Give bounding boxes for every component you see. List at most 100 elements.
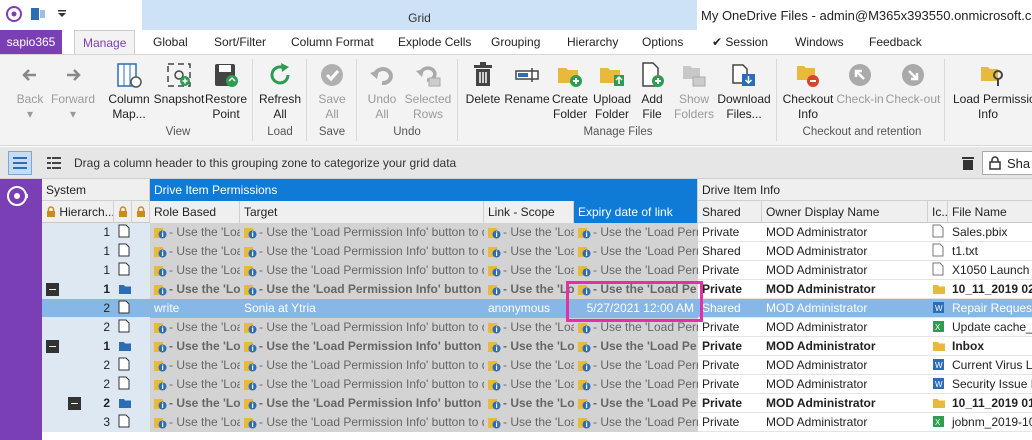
link-scope-cell[interactable]: - Use the 'Loa — [484, 223, 574, 242]
table-row[interactable]: 1 - Use the 'Loa - Use the 'Load Permissio… — [42, 261, 1032, 280]
shared-cell[interactable]: Private — [698, 318, 762, 337]
refresh-all-button[interactable]: Refresh All — [258, 59, 302, 121]
file-name-cell[interactable]: Sales.pbix — [948, 223, 1032, 242]
owner-cell[interactable]: MOD Administrator — [762, 356, 928, 375]
role-based-cell[interactable]: - Use the 'Lo — [150, 280, 240, 299]
owner-cell[interactable]: MOD Administrator — [762, 299, 928, 318]
target-cell[interactable]: - Use the 'Load Permission Info' button … — [240, 318, 484, 337]
header-target[interactable]: Target — [240, 201, 484, 223]
link-scope-cell[interactable]: - Use the 'Loa — [484, 356, 574, 375]
link-scope-cell[interactable]: - Use the 'Loa — [484, 318, 574, 337]
add-file-button[interactable]: Add File — [636, 59, 668, 121]
file-icon-cell[interactable] — [928, 337, 948, 356]
row-type-cell[interactable] — [114, 413, 150, 432]
tab-session[interactable]: ✔ Session — [704, 30, 776, 54]
owner-cell[interactable]: MOD Administrator — [762, 394, 928, 413]
file-name-cell[interactable]: Current Virus List — [948, 356, 1032, 375]
file-name-cell[interactable]: Update cache_ U — [948, 318, 1032, 337]
file-name-cell[interactable]: t1.txt — [948, 242, 1032, 261]
data-grid[interactable]: System Drive Item Permissions Drive Item… — [42, 179, 1032, 440]
file-name-cell[interactable]: Inbox — [948, 337, 1032, 356]
row-type-cell[interactable] — [114, 280, 150, 299]
header-hierarchy[interactable]: Hierarch... — [42, 201, 114, 223]
link-scope-cell[interactable]: - Use the 'Lo — [484, 280, 574, 299]
role-based-cell[interactable]: - Use the 'Lo — [150, 394, 240, 413]
shared-cell[interactable]: Shared — [698, 242, 762, 261]
tab-manage[interactable]: Manage — [74, 30, 136, 54]
expiry-date-cell[interactable]: - Use the 'Load Perr — [574, 223, 698, 242]
shared-cell[interactable]: Private — [698, 280, 762, 299]
target-cell[interactable]: - Use the 'Load Permission Info' button … — [240, 356, 484, 375]
show-folders-button[interactable]: Show Folders — [674, 59, 714, 121]
owner-cell[interactable]: MOD Administrator — [762, 261, 928, 280]
hierarchy-level-cell[interactable]: 3 — [42, 413, 114, 432]
shared-cell[interactable]: Private — [698, 337, 762, 356]
link-scope-cell[interactable]: - Use the 'Loa — [484, 242, 574, 261]
table-row[interactable]: 2 - Use the 'Loa - Use the 'Load Permissio… — [42, 318, 1032, 337]
expiry-date-cell[interactable]: - Use the 'Load Perr — [574, 413, 698, 432]
band-system[interactable]: System — [42, 179, 150, 201]
expiry-date-cell[interactable]: - Use the 'Load Perr — [574, 261, 698, 280]
qat-dropdown-icon[interactable] — [54, 6, 70, 22]
row-type-cell[interactable] — [114, 375, 150, 394]
table-row[interactable]: 1 - Use the 'Loa - Use the 'Load Permissio… — [42, 242, 1032, 261]
check-out-button[interactable]: Check-out — [886, 59, 940, 106]
restore-point-button[interactable]: Restore Point — [205, 59, 247, 121]
file-name-cell[interactable]: jobnm_2019-10- — [948, 413, 1032, 432]
forward-button[interactable]: Forward ▾ — [51, 59, 95, 121]
shared-cell[interactable]: Private — [698, 356, 762, 375]
owner-cell[interactable]: MOD Administrator — [762, 242, 928, 261]
file-icon-cell[interactable] — [928, 242, 948, 261]
hierarchy-view-toggle[interactable] — [42, 151, 66, 175]
save-all-button[interactable]: Save All — [312, 59, 352, 121]
band-drive-item-info[interactable]: Drive Item Info — [698, 179, 1032, 201]
shared-cell[interactable]: Private — [698, 261, 762, 280]
expiry-date-cell[interactable]: - Use the 'Load Pe — [574, 394, 698, 413]
target-cell[interactable]: - Use the 'Load Permission Info' button … — [240, 394, 484, 413]
undo-all-button[interactable]: Undo All — [362, 59, 402, 121]
owner-cell[interactable]: MOD Administrator — [762, 413, 928, 432]
trash-icon[interactable] — [961, 155, 975, 174]
owner-cell[interactable]: MOD Administrator — [762, 318, 928, 337]
checkout-info-button[interactable]: Checkout Info — [782, 59, 834, 121]
column-map-button[interactable]: Column Map... — [106, 59, 152, 121]
link-scope-cell[interactable]: anonymous — [484, 299, 574, 318]
row-type-cell[interactable] — [114, 299, 150, 318]
file-icon-cell[interactable]: X — [928, 318, 948, 337]
sapio-logo-icon[interactable] — [6, 185, 28, 207]
file-icon-cell[interactable]: X — [928, 413, 948, 432]
target-cell[interactable]: - Use the 'Load Permission Info' button … — [240, 413, 484, 432]
header-expiry-date[interactable]: Expiry date of link — [574, 201, 698, 223]
file-name-cell[interactable]: Security Issue Re — [948, 375, 1032, 394]
file-name-cell[interactable]: 10_11_2019 01_2 — [948, 394, 1032, 413]
app-logo-icon[interactable] — [6, 6, 22, 22]
table-row[interactable]: 3 - Use the 'Loa - Use the 'Load Permissio… — [42, 413, 1032, 432]
tab-hierarchy[interactable]: Hierarchy — [559, 30, 626, 54]
grouping-zone[interactable]: Drag a column header to this grouping zo… — [0, 147, 1032, 179]
header-owner-display-name[interactable]: Owner Display Name — [762, 201, 928, 223]
tab-windows[interactable]: Windows — [787, 30, 852, 54]
file-name-cell[interactable]: Repair Requests. — [948, 299, 1032, 318]
check-in-button[interactable]: Check-in — [836, 59, 884, 106]
header-lock-1[interactable] — [114, 201, 132, 223]
header-icon[interactable]: Ic... — [928, 201, 948, 223]
collapse-toggle[interactable] — [68, 397, 81, 410]
target-cell[interactable]: - Use the 'Load Permission Info' button … — [240, 261, 484, 280]
load-permission-info-button[interactable]: Load Permission Info — [950, 59, 1032, 121]
row-type-cell[interactable] — [114, 223, 150, 242]
expiry-date-cell[interactable]: - Use the 'Load Perr — [574, 242, 698, 261]
share-button[interactable]: Sha — [982, 151, 1032, 175]
table-row[interactable]: 2 - Use the 'Loa - Use the 'Load Permissio… — [42, 356, 1032, 375]
role-based-cell[interactable]: - Use the 'Loa — [150, 356, 240, 375]
tab-global[interactable]: Global — [145, 30, 196, 54]
table-row[interactable]: 2 write Sonia at Ytria anonymous 5/27/2021 1… — [42, 299, 1032, 318]
row-type-cell[interactable] — [114, 242, 150, 261]
owner-cell[interactable]: MOD Administrator — [762, 280, 928, 299]
role-based-cell[interactable]: - Use the 'Loa — [150, 223, 240, 242]
table-row[interactable]: 1 - Use the 'Loa - Use the 'Load Permissio… — [42, 223, 1032, 242]
role-based-cell[interactable]: write — [150, 299, 240, 318]
shared-cell[interactable]: Private — [698, 375, 762, 394]
tab-explode-cells[interactable]: Explode Cells — [390, 30, 479, 54]
target-cell[interactable]: - Use the 'Load Permission Info' button … — [240, 242, 484, 261]
hierarchy-level-cell[interactable]: 2 — [42, 318, 114, 337]
